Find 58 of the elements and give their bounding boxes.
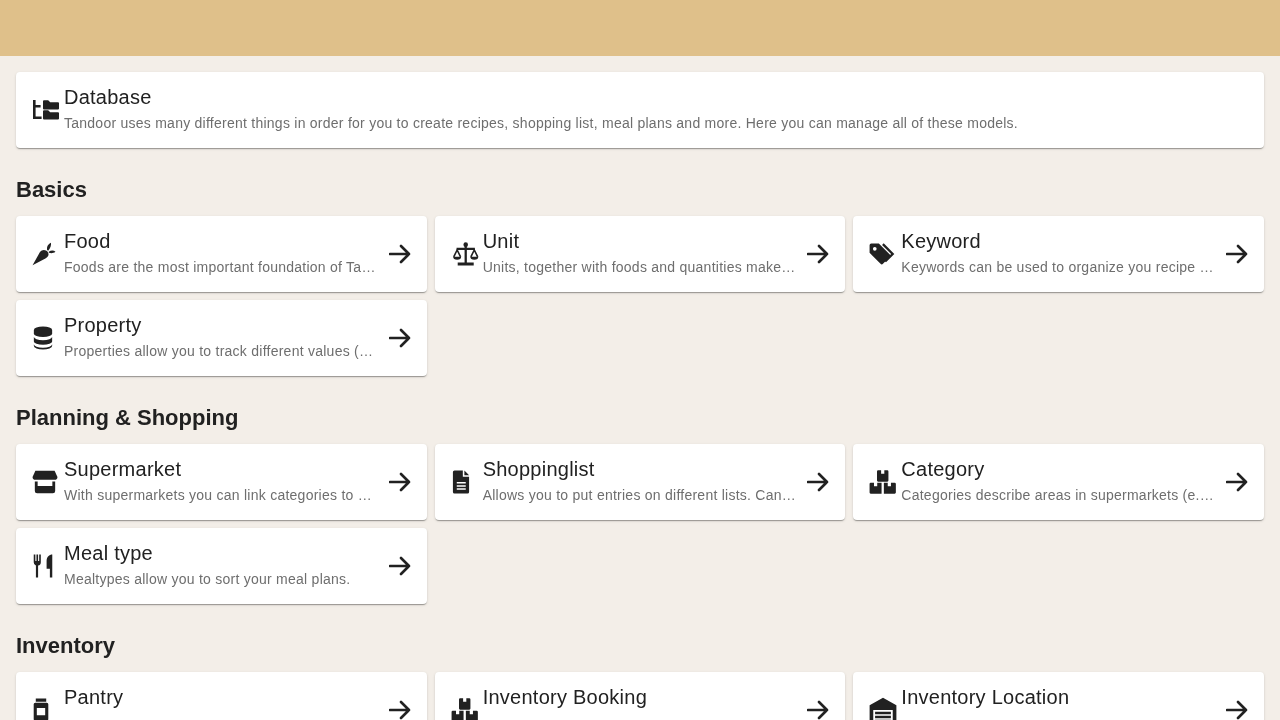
card-title: Supermarket: [64, 457, 182, 482]
model-card[interactable]: Pantry: [16, 672, 427, 720]
card-title: Unit: [482, 229, 520, 254]
arrow-right-icon: [807, 700, 830, 720]
arrow-right-icon: [1226, 244, 1248, 264]
card-title: Food: [64, 229, 111, 254]
model-card[interactable]: Category Categories describe areas in supermarkets (e.…: [853, 444, 1264, 520]
arrow-right-icon: [807, 472, 830, 492]
model-card[interactable]: Unit Units, together with foods and quantities make…: [434, 216, 846, 292]
card-description: Foods are the most important foundation of Ta…: [64, 258, 376, 277]
model-card[interactable]: Meal type Mealtypes allow you to sort your meal plans.: [16, 528, 427, 604]
section-heading: Basics: [16, 176, 87, 204]
arrow-right-icon: [1226, 700, 1248, 720]
tags-icon: [869, 242, 896, 266]
card-title: Database: [64, 85, 152, 110]
folder-tree-icon: [32, 98, 60, 122]
store-icon: [32, 470, 58, 494]
model-card[interactable]: Food Foods are the most important foundation of Ta…: [16, 216, 427, 292]
card-title: Inventory Location: [901, 685, 1070, 710]
arrow-right-icon: [1226, 472, 1248, 492]
arrow-right-icon: [807, 244, 830, 264]
card-description: Categories describe areas in supermarkets (e.…: [901, 486, 1214, 505]
card-description: Units, together with foods and quantities make…: [482, 258, 796, 277]
section-heading: Planning & Shopping: [16, 404, 239, 432]
arrow-right-icon: [388, 328, 411, 348]
model-card[interactable]: Supermarket With supermarkets you can link categories to …: [16, 444, 427, 520]
card-description: Allows you to put entries on different lists. Can…: [482, 486, 797, 505]
carrot-icon: [32, 242, 56, 266]
fork-knife-icon: [32, 554, 54, 578]
arrow-right-icon: [388, 556, 411, 576]
model-card[interactable]: Property Properties allow you to track different values (…: [16, 300, 427, 376]
jar-icon: [32, 698, 50, 720]
model-card[interactable]: Keyword Keywords can be used to organize you recipe …: [853, 216, 1264, 292]
model-card[interactable]: Inventory Location: [853, 672, 1264, 720]
card-description: Keywords can be used to organize you recipe …: [901, 258, 1214, 277]
stacked-boxes-icon: [450, 697, 479, 720]
card-title: Keyword: [901, 229, 981, 254]
card-title: Category: [901, 457, 985, 482]
card-title: Inventory Booking: [482, 685, 647, 710]
stacked-boxes-icon: [869, 469, 898, 495]
card-title: Shoppinglist: [482, 457, 595, 482]
section-heading: Inventory: [16, 632, 116, 660]
card-title: Property: [64, 313, 142, 338]
card-description: With supermarkets you can link categories to …: [64, 486, 372, 505]
balance-scale-icon: [450, 242, 481, 266]
card-description: Properties allow you to track different values (…: [64, 342, 374, 361]
arrow-right-icon: [388, 472, 411, 492]
database-icon: [32, 326, 54, 350]
arrow-right-icon: [388, 700, 411, 720]
warehouse-icon: [869, 697, 898, 720]
model-card[interactable]: Shoppinglist Allows you to put entries on different lists. Can…: [434, 444, 846, 520]
document-icon: [450, 470, 471, 494]
card-title: Pantry: [64, 685, 124, 710]
model-card[interactable]: Inventory Booking: [434, 672, 846, 720]
card-description: Tandoor uses many different things in order for you to create recipes, shopping list, meal plans and more. Here you can manage all of these models.: [64, 114, 1018, 133]
card-title: Meal type: [64, 541, 153, 566]
arrow-right-icon: [388, 244, 411, 264]
card-description: Mealtypes allow you to sort your meal plans.: [64, 570, 351, 589]
